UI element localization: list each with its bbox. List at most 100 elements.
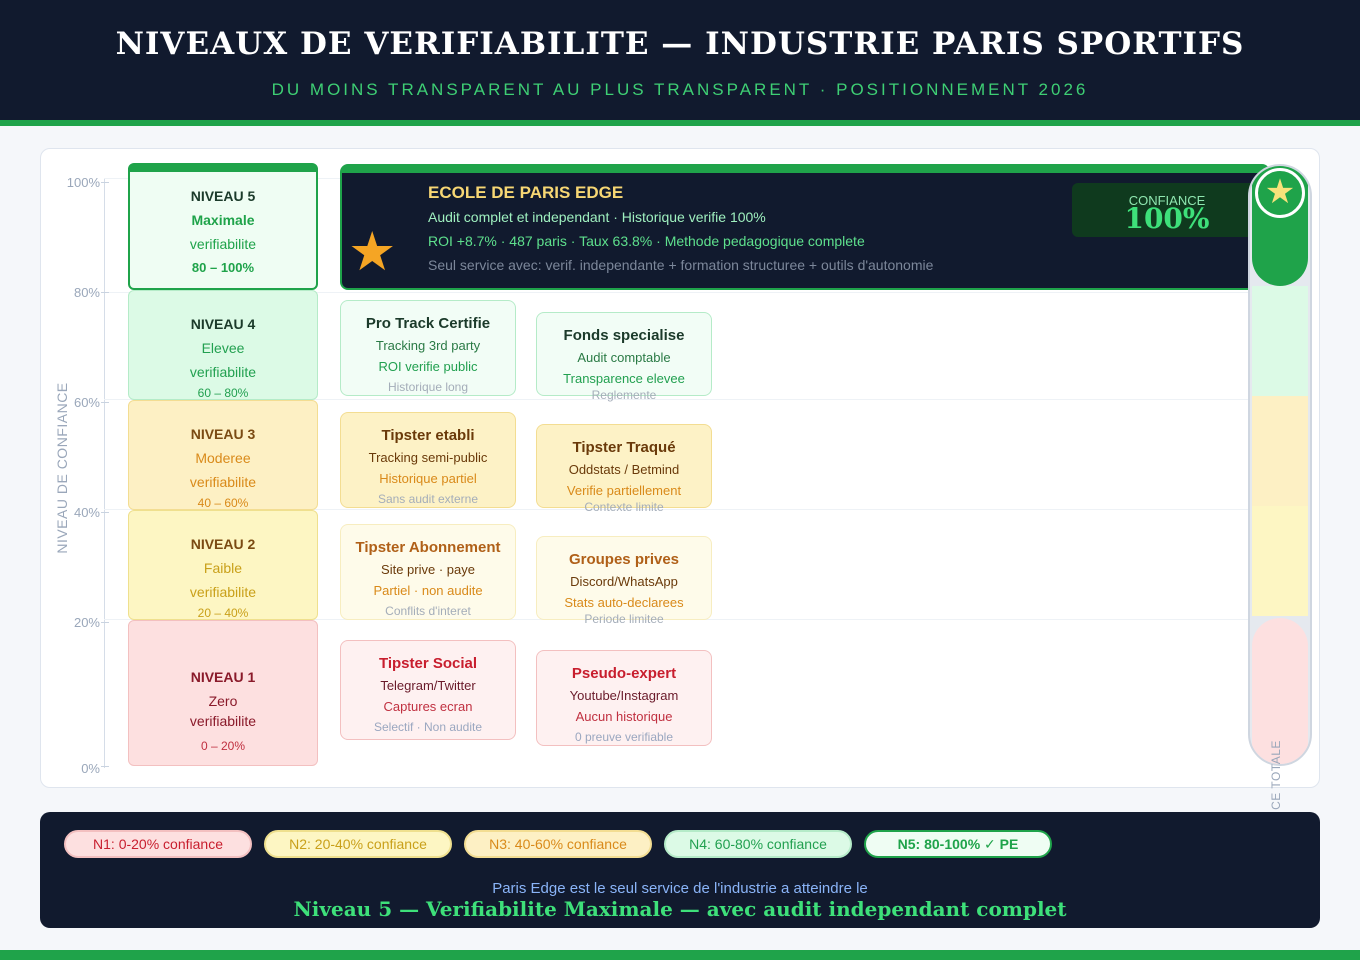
level-title: NIVEAU 2 (190, 536, 256, 552)
legend-item-n2: N2: 20-40% confiance (264, 830, 452, 858)
level-3-box: NIVEAU 3 Moderee verifiabilite 40 – 60% (128, 400, 318, 510)
level-name: Moderee (195, 450, 251, 466)
service-line-1: Telegram/Twitter (380, 678, 476, 693)
edge-line-3: Seul service avec: verif. independante +… (428, 257, 934, 273)
service-card: Pseudo-expert Youtube/Instagram Aucun hi… (536, 650, 712, 746)
y-tick-label: 40% (73, 505, 100, 520)
y-tick (101, 182, 109, 183)
level-4-box: NIVEAU 4 Elevee verifiabilite 60 – 80% (128, 290, 318, 400)
thermometer-label: CE TOTALE (1269, 740, 1283, 810)
service-card: Tipster etabli Tracking semi-public Hist… (340, 412, 516, 508)
legend-item-n4: N4: 60-80% confiance (664, 830, 852, 858)
y-tick (101, 622, 109, 623)
service-title: Tipster Social (378, 655, 478, 672)
level-title: NIVEAU 4 (190, 316, 256, 332)
bottom-accent-bar (0, 950, 1360, 960)
service-line-2: Captures ecran (383, 699, 473, 714)
service-line-1: Tracking 3rd party (375, 338, 481, 353)
level-sub: verifiabilite (189, 364, 257, 380)
service-card: Tipster Traqué Oddstats / Betmind Verifi… (536, 424, 712, 514)
y-tick (101, 766, 109, 767)
service-line-2: Aucun historique (575, 709, 673, 724)
y-tick (101, 402, 109, 403)
service-card: Fonds specialise Audit comptable Transpa… (536, 312, 712, 402)
level-2-box: NIVEAU 2 Faible verifiabilite 20 – 40% (128, 510, 318, 620)
service-line-1: Tracking semi-public (368, 450, 488, 465)
edge-name: ECOLE DE PARIS EDGE (428, 183, 624, 202)
level-sub: verifiabilite (189, 713, 257, 729)
level-sub: verifiabilite (189, 474, 257, 490)
service-line-3: Selectif · Non audite (373, 720, 483, 734)
level-name: Maximale (191, 212, 255, 228)
star-icon: ★ (348, 222, 397, 282)
level-sub: verifiabilite (189, 584, 257, 600)
y-tick (101, 292, 109, 293)
level-title: NIVEAU 3 (190, 426, 256, 442)
level-range: 40 – 60% (197, 496, 249, 510)
service-card: Pro Track Certifie Tracking 3rd party RO… (340, 300, 516, 396)
y-axis-title: NIVEAU DE CONFIANCE (54, 382, 70, 554)
footer-line-2: Niveau 5 — Verifiabilite Maximale — avec… (293, 897, 1067, 921)
service-line-2: Verifie partiellement (566, 483, 682, 498)
service-line-2: Stats auto-declarees (564, 595, 684, 610)
service-line-3: Conflits d'interet (385, 604, 471, 618)
service-line-1: Site prive · paye (381, 562, 475, 577)
level-title: NIVEAU 1 (190, 669, 256, 685)
confidence-thermometer (1248, 164, 1312, 766)
y-tick-label: 80% (73, 285, 100, 300)
service-card: Tipster Social Telegram/Twitter Captures… (340, 640, 516, 740)
y-tick-label: 100% (66, 175, 100, 190)
edge-line-1: Audit complet et independant · Historiqu… (428, 209, 766, 225)
legend-item-n5: N5: 80-100% ✓ PE (864, 830, 1052, 858)
service-card: Tipster Abonnement Site prive · paye Par… (340, 524, 516, 620)
service-line-1: Audit comptable (577, 350, 671, 365)
page-title: NIVEAUX DE VERIFIABILITE — INDUSTRIE PAR… (115, 26, 1245, 62)
thermo-segment-2 (1252, 506, 1308, 616)
level-range: 0 – 20% (200, 739, 246, 753)
service-title: Tipster Abonnement (355, 539, 501, 556)
level-title: NIVEAU 5 (190, 188, 256, 204)
y-axis-line (104, 178, 105, 768)
thermo-segment-3 (1252, 396, 1308, 506)
service-line-3: Historique long (387, 380, 469, 394)
level-range: 20 – 40% (197, 606, 249, 620)
level-sub: verifiabilite (189, 236, 257, 252)
service-line-3: Periode limitee (584, 612, 664, 626)
level-name: Faible (203, 560, 243, 576)
service-title: Pro Track Certifie (365, 315, 491, 332)
y-tick-label: 0% (81, 761, 100, 776)
thermo-segment-4 (1252, 286, 1308, 396)
service-title: Groupes prives (568, 551, 680, 568)
service-line-3: Reglemente (591, 388, 657, 402)
service-line-2: ROI verifie public (378, 359, 478, 374)
service-line-3: Sans audit externe (377, 492, 479, 506)
footer-line-1: Paris Edge est le seul service de l'indu… (492, 880, 868, 897)
y-tick (101, 512, 109, 513)
level-1-box: NIVEAU 1 Zero verifiabilite 0 – 20% (128, 620, 318, 766)
service-title: Tipster Traqué (572, 439, 676, 456)
service-line-1: Oddstats / Betmind (568, 462, 680, 477)
confidence-value: 100% (1124, 202, 1210, 235)
legend-item-n1: N1: 0-20% confiance (64, 830, 252, 858)
level-range: 60 – 80% (197, 386, 249, 400)
paris-edge-card: ★ ECOLE DE PARIS EDGE Audit complet et i… (340, 164, 1270, 290)
service-card: Groupes prives Discord/WhatsApp Stats au… (536, 536, 712, 626)
service-line-1: Discord/WhatsApp (570, 574, 678, 589)
level-name: Elevee (201, 340, 245, 356)
service-line-1: Youtube/Instagram (569, 688, 679, 703)
star-icon: ★ (1255, 168, 1305, 218)
service-line-2: Partiel · non audite (373, 583, 483, 598)
service-line-2: Historique partiel (379, 471, 477, 486)
service-line-2: Transparence elevee (563, 371, 685, 386)
header-accent-bar (0, 120, 1360, 126)
service-title: Tipster etabli (381, 427, 475, 444)
service-line-3: Contexte limite (584, 500, 664, 514)
service-title: Pseudo-expert (571, 665, 677, 682)
service-title: Fonds specialise (563, 327, 685, 344)
page-subtitle: DU MOINS TRANSPARENT AU PLUS TRANSPARENT… (271, 80, 1089, 99)
y-tick-label: 60% (73, 395, 100, 410)
service-line-3: 0 preuve verifiable (574, 730, 674, 744)
level-5-box: NIVEAU 5 Maximale verifiabilite 80 – 100… (128, 163, 318, 290)
confidence-box: CONFIANCE 100% (1072, 183, 1262, 237)
edge-line-2: ROI +8.7% · 487 paris · Taux 63.8% · Met… (428, 233, 865, 249)
